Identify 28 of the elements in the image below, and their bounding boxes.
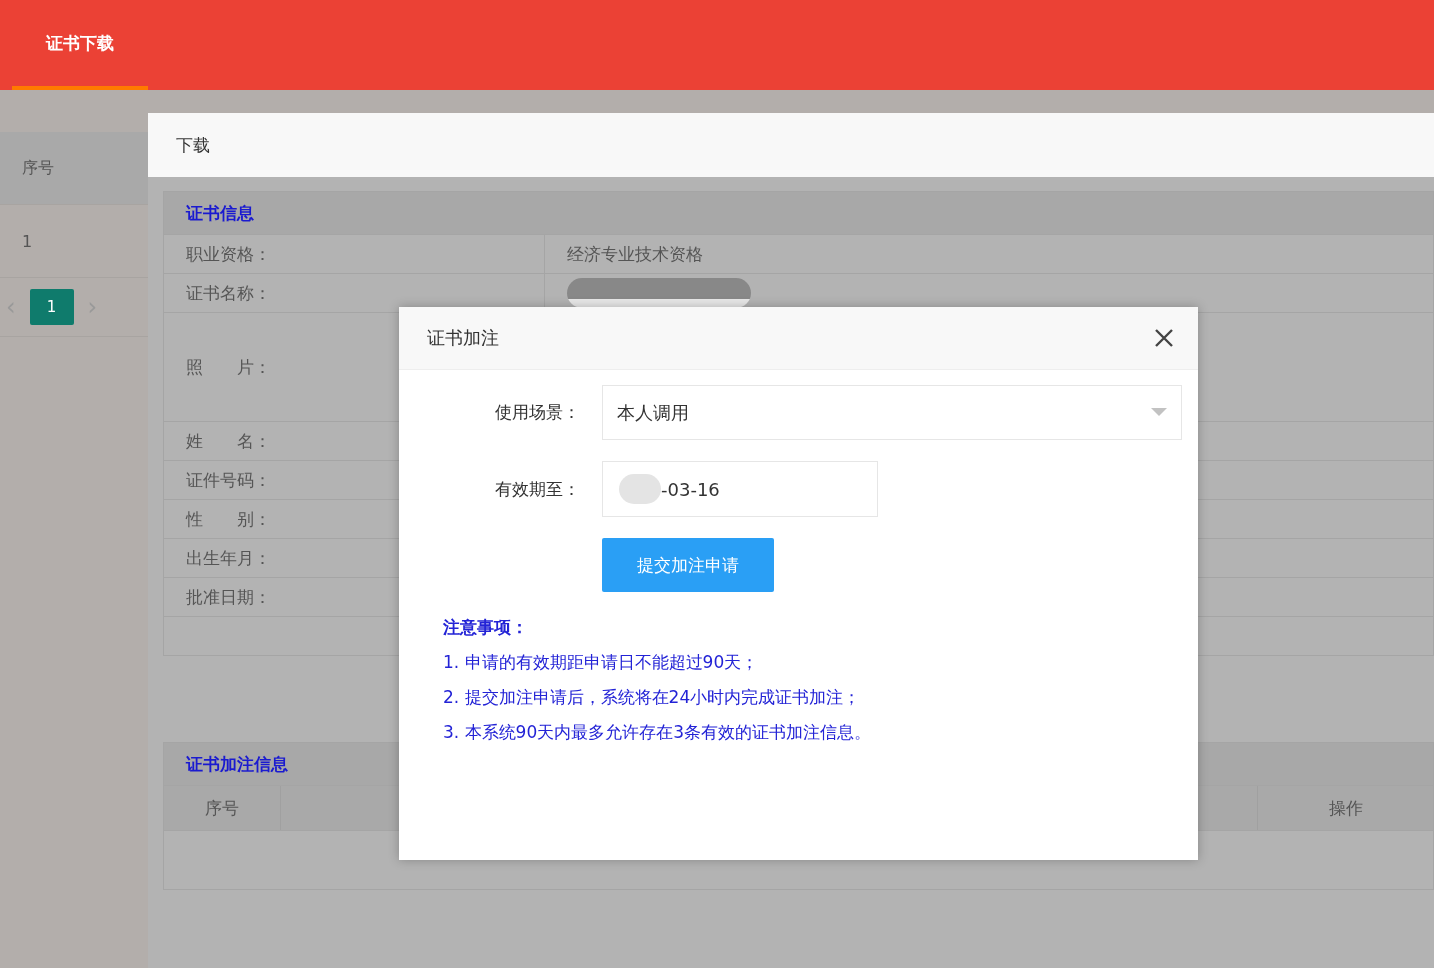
dialog-title: 证书加注 (427, 326, 499, 350)
column-header: 序号 (0, 132, 148, 205)
field-label: 证件号码： (186, 468, 271, 492)
scene-select[interactable]: 本人调用 (602, 385, 1182, 440)
dialog-title: 下载 (176, 133, 210, 157)
nav-tab[interactable]: 证书下载 (12, 0, 148, 90)
page-button[interactable]: 1 (29, 289, 74, 325)
field-label: 职业资格： (186, 242, 271, 266)
submit-button[interactable]: 提交加注申请 (602, 538, 774, 592)
field-label: 出生年月： (186, 546, 271, 570)
section-title: 证书信息 (186, 201, 254, 225)
field-label: 证书名称： (186, 281, 271, 305)
field-label: 批准日期： (186, 585, 271, 609)
section-title: 证书加注信息 (186, 752, 288, 776)
field-label: 有效期至： (494, 477, 581, 501)
note-text: 1. 申请的有效期距申请日不能超过90天； (443, 651, 760, 674)
notes-title: 注意事项： (443, 616, 529, 639)
note-text: 2. 提交加注申请后，系统将在24小时内完成证书加注； (443, 686, 862, 709)
column-header: 操作 (1328, 796, 1363, 820)
note-text: 3. 本系统90天内最多允许存在3条有效的证书加注信息。 (443, 721, 873, 744)
column-header: 序号 (205, 796, 239, 820)
field-value: 经济专业技术资格 (567, 242, 703, 266)
field-label: 姓 名： (186, 429, 271, 453)
field-label: 性 别： (186, 507, 271, 531)
field-label: 使用场景： (494, 401, 581, 424)
date-field[interactable]: -03-16 (602, 461, 878, 517)
caret-icon (1151, 408, 1167, 417)
field-label: 照 片： (186, 355, 271, 379)
